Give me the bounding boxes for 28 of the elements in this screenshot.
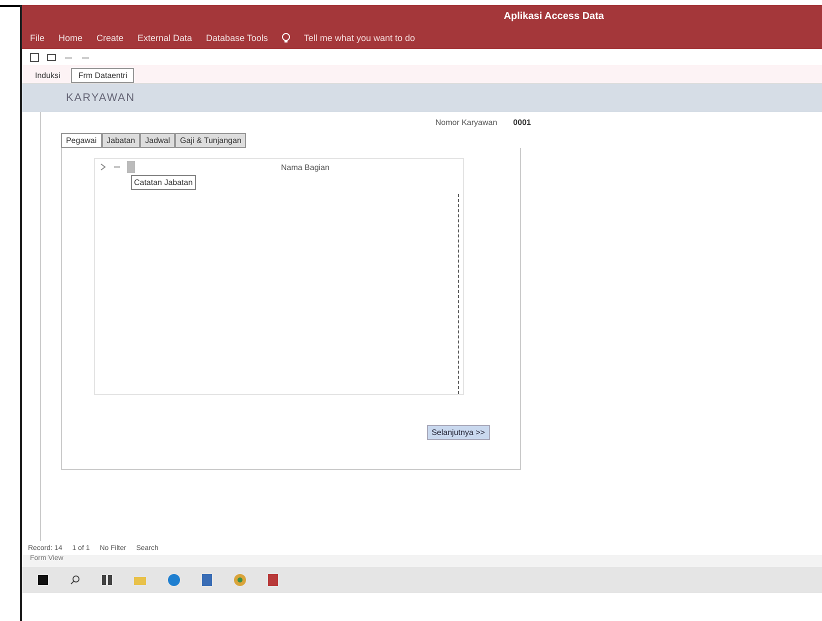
task-view-icon[interactable] (102, 575, 112, 585)
lightbulb-icon (282, 33, 290, 43)
ribbon-tab[interactable]: Create (96, 33, 124, 43)
record-selector-icon[interactable] (126, 161, 135, 173)
form-tab[interactable]: Jadwal (140, 133, 176, 148)
search-icon[interactable] (70, 575, 80, 585)
document-tab[interactable]: Induksi (28, 68, 68, 83)
form-tab[interactable]: Jabatan (102, 133, 140, 148)
ribbon-tab[interactable]: File (30, 33, 44, 43)
ribbon-tab[interactable]: Home (58, 33, 82, 43)
form-icon[interactable] (46, 52, 56, 62)
field-label: Nomor Karyawan (435, 118, 498, 127)
ribbon-tab[interactable]: External Data (138, 33, 192, 43)
save-icon[interactable] (30, 52, 39, 62)
next-button[interactable]: Selanjutnya >> (426, 425, 490, 440)
app-icon[interactable] (202, 574, 212, 586)
form-tab[interactable]: Gaji & Tunjangan (175, 133, 246, 148)
column-label: Nama Bagian (280, 162, 330, 172)
table-cell: Catatan Jabatan (130, 175, 196, 190)
form-tab[interactable]: Pegawai (60, 133, 102, 148)
document-tab[interactable]: Frm Dataentri (71, 68, 134, 83)
ribbon-tab[interactable]: Database Tools (206, 33, 268, 43)
browser-icon[interactable] (168, 574, 180, 586)
start-icon[interactable] (38, 575, 48, 585)
tell-me-field[interactable]: Tell me what you want to do (304, 33, 415, 43)
field-value: 0001 (513, 118, 531, 127)
window-title: Aplikasi Access Data (504, 10, 604, 22)
form-title: KARYAWAN (66, 92, 136, 104)
